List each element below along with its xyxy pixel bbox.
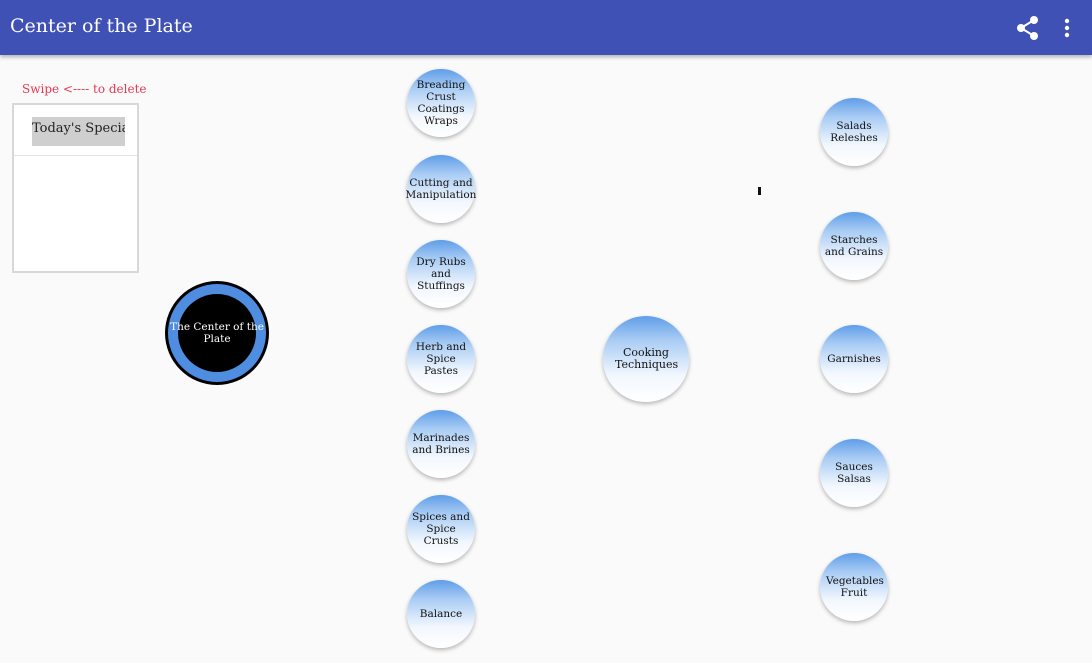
node-label: Salads Releshes [830,120,878,144]
center-node-label: The Center of the Plate [170,321,264,345]
node-label: Vegetables Fruit [826,575,884,599]
cursor-mark [758,187,761,195]
node-spices[interactable]: Spices and Spice Crusts [407,495,475,563]
more-options-button[interactable] [1051,12,1083,44]
node-herb-pastes[interactable]: Herb and Spice Pastes [407,325,475,393]
node-label: Cooking Techniques [615,346,679,371]
node-balance[interactable]: Balance [407,580,475,648]
share-icon [1017,16,1038,40]
specials-list[interactable]: Today's Special [12,103,139,273]
node-cutting[interactable]: Cutting and Manipulation [406,155,476,223]
center-node[interactable]: The Center of the Plate [165,281,269,385]
more-vert-icon [1064,18,1070,38]
list-item[interactable]: Today's Special [14,105,137,156]
node-label: Spices and Spice Crusts [412,511,470,547]
node-dry-rubs[interactable]: Dry Rubs and Stuffings [407,240,475,308]
node-cooking-techniques[interactable]: Cooking Techniques [603,316,689,402]
node-vegetables[interactable]: Vegetables Fruit [820,553,888,621]
app-title: Center of the Plate [10,15,193,37]
node-label: Sauces Salsas [835,461,873,485]
node-breading[interactable]: Breading Crust Coatings Wraps [407,69,475,137]
share-button[interactable] [1012,12,1044,44]
node-label: Herb and Spice Pastes [415,341,467,377]
node-label: Breading Crust Coatings Wraps [416,79,466,127]
node-garnishes[interactable]: Garnishes [820,325,888,393]
app-bar: Center of the Plate [0,0,1092,55]
swipe-hint: Swipe <---- to delete [22,82,147,96]
node-salads[interactable]: Salads Releshes [820,98,888,166]
node-sauces[interactable]: Sauces Salsas [820,439,888,507]
node-marinades[interactable]: Marinades and Brines [407,410,475,478]
node-label: Cutting and Manipulation [405,177,477,201]
node-label: Starches and Grains [824,234,884,258]
list-item-label: Today's Special [32,117,125,146]
node-label: Garnishes [827,353,881,365]
node-label: Marinades and Brines [412,432,470,456]
node-label: Dry Rubs and Stuffings [416,256,466,292]
node-starches[interactable]: Starches and Grains [820,212,888,280]
node-label: Balance [419,608,463,620]
